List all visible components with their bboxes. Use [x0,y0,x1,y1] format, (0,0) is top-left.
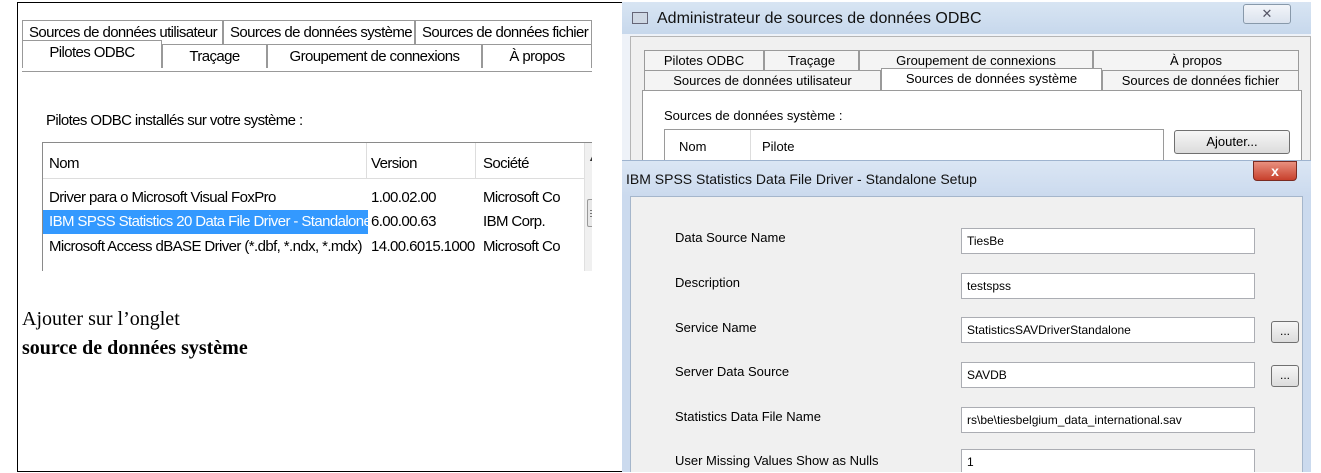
driver-company: Microsoft Co [483,238,561,255]
driver-company: Microsoft Co [483,189,561,206]
driver-company: IBM Corp. [483,213,546,230]
field-label: Data Source Name [675,230,786,245]
tab-about[interactable]: À propos [1093,50,1299,70]
column-separator [475,143,476,179]
instruction-text: Ajouter sur l’onglet source de données s… [22,305,248,363]
tab-user-dsn[interactable]: Sources de données utilisateur [644,70,881,90]
driver-version: 14.00.6015.1000 [371,238,475,255]
description-input[interactable]: testspss [961,273,1255,299]
data-source-name-input[interactable]: TiesBe [961,228,1255,254]
column-header-company[interactable]: Société [483,155,529,172]
grip-line [590,213,592,214]
setup-dialog: IBM SPSS Statistics Data File Driver - S… [622,160,1311,472]
vertical-scrollbar[interactable]: ▲ [584,143,592,271]
tab-connection-pooling[interactable]: Groupement de connexions [267,44,482,68]
tab-system-dsn[interactable]: Sources de données système [881,68,1102,90]
dialog-titlebar: IBM SPSS Statistics Data File Driver - S… [622,160,1311,196]
field-label: Description [675,275,741,290]
add-button[interactable]: Ajouter... [1174,130,1290,154]
driver-row-selected[interactable]: IBM SPSS Statistics 20 Data File Driver … [43,210,583,234]
column-separator [366,143,367,179]
service-name-input[interactable]: StatisticsSAVDriverStandalone [961,317,1255,343]
instruction-line: Ajouter sur l’onglet [22,308,180,330]
tab-system-dsn[interactable]: Sources de données système [223,20,415,44]
field-label: Service Name [675,320,757,335]
tab-panel-border [22,71,592,72]
tab-row-bottom: Pilotes ODBC Traçage Groupement de conne… [22,40,592,68]
browse-service-button[interactable]: ... [1271,321,1299,343]
dialog-body: Data Source Name TiesBe Description test… [630,196,1303,472]
tab-tracing[interactable]: Traçage [162,44,267,68]
scroll-up-arrow-icon[interactable]: ▲ [588,153,592,163]
column-separator [750,130,751,163]
admin-titlebar: Administrateur de sources de données ODB… [622,2,1311,34]
tab-file-dsn[interactable]: Sources de données fichier [1102,70,1299,90]
odbc-drivers-screenshot: Sources de données utilisateur Sources d… [22,6,592,271]
system-sources-label: Sources de données système : [664,108,843,123]
driver-list[interactable]: Nom Version Société Driver para o Micros… [42,142,592,271]
tab-odbc-drivers[interactable]: Pilotes ODBC [22,40,162,68]
field-label: User Missing Values Show as Nulls [675,453,879,468]
tab-tracing[interactable]: Traçage [764,50,859,70]
dialog-title: IBM SPSS Statistics Data File Driver - S… [626,171,977,187]
driver-row[interactable]: Driver para o Microsoft Visual FoxPro 1.… [43,186,583,210]
installed-drivers-label: Pilotes ODBC installés sur votre système… [46,112,303,129]
close-icon[interactable]: ✕ [1243,4,1291,24]
statistics-file-name-input[interactable]: rs\be\tiesbelgium_data_international.sav [961,407,1255,433]
list-header: Nom Version Société [43,143,592,179]
system-dsn-list[interactable]: Nom Pilote [664,129,1164,163]
driver-row[interactable]: Microsoft Access dBASE Driver (*.dbf, *.… [43,235,583,259]
tab-file-dsn[interactable]: Sources de données fichier [415,20,592,44]
odbc-admin-window: Administrateur de sources de données ODB… [622,2,1311,170]
instruction-emphasis: source de données système [22,337,248,359]
dialog-frame: Data Source Name TiesBe Description test… [622,196,1311,472]
column-header-version[interactable]: Version [371,155,417,172]
column-header-driver[interactable]: Pilote [762,139,795,154]
tab-about[interactable]: À propos [482,44,592,68]
field-label: Statistics Data File Name [675,409,821,424]
user-missing-values-input[interactable]: 1 [961,449,1255,472]
column-header-name[interactable]: Nom [49,155,79,172]
driver-name: Microsoft Access dBASE Driver (*.dbf, *.… [49,238,362,255]
tab-connection-pooling[interactable]: Groupement de connexions [859,50,1093,70]
server-data-source-input[interactable]: SAVDB [961,362,1255,388]
scroll-thumb[interactable] [587,199,592,227]
driver-version: 6.00.00.63 [371,213,437,230]
odbc-window-icon [632,12,648,24]
dsn-setup-screenshot: Administrateur de sources de données ODB… [622,2,1311,472]
browse-server-button[interactable]: ... [1271,365,1299,387]
driver-version: 1.00.02.00 [371,189,437,206]
grip-line [590,210,592,211]
column-header-name[interactable]: Nom [679,139,706,154]
field-label: Server Data Source [675,364,790,379]
grip-line [590,216,592,217]
driver-name: IBM SPSS Statistics 20 Data File Driver … [49,213,372,230]
admin-window-title: Administrateur de sources de données ODB… [657,10,982,27]
tab-odbc-drivers[interactable]: Pilotes ODBC [644,50,764,70]
close-icon[interactable]: x [1253,161,1297,181]
driver-name: Driver para o Microsoft Visual FoxPro [49,189,276,206]
